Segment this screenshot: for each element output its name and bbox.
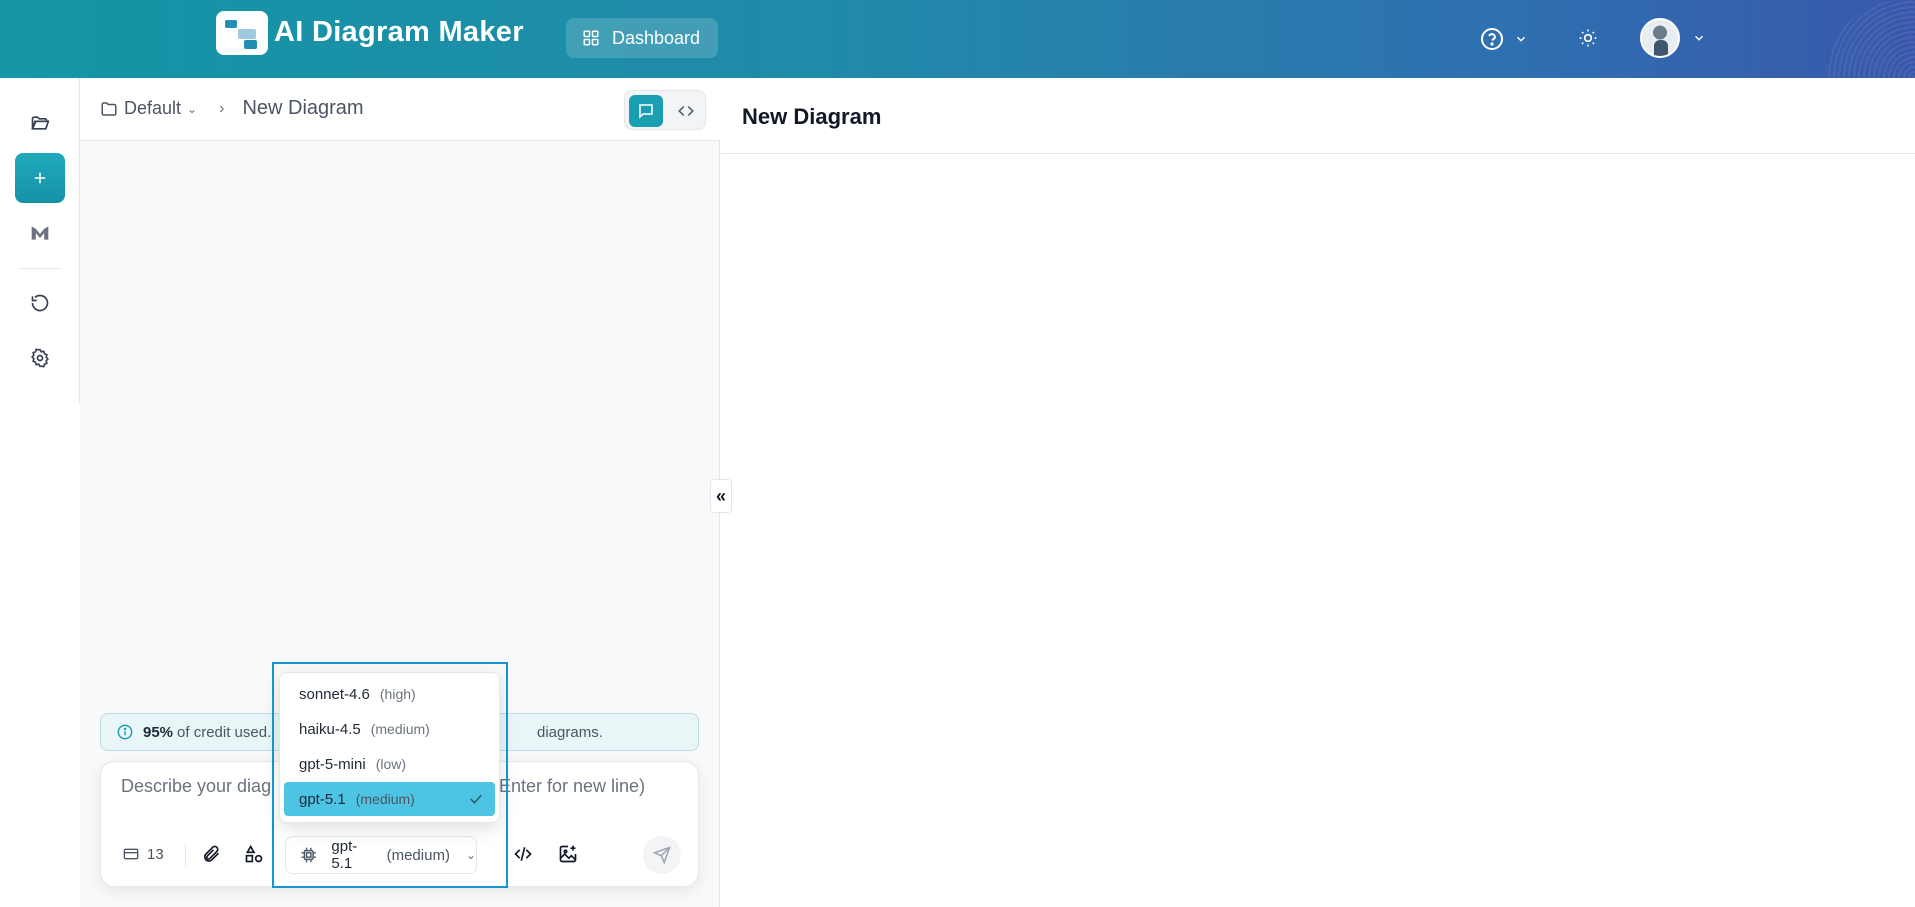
open-folder-button[interactable] xyxy=(15,98,65,148)
shapes-icon xyxy=(245,844,263,863)
chevron-down-icon xyxy=(1694,35,1704,41)
cpu-icon xyxy=(301,847,316,863)
option-effort: (low) xyxy=(375,756,407,772)
option-name: gpt-5.1 xyxy=(299,790,346,808)
sun-icon xyxy=(1579,29,1597,47)
breadcrumb: Default ⌄ › New Diagram xyxy=(100,97,364,120)
model-select-button[interactable]: gpt-5.1 (medium) ⌄ xyxy=(285,836,477,874)
plus-icon xyxy=(34,172,46,184)
model-dropdown: sonnet-4.6 (high) haiku-4.5 (medium) gpt… xyxy=(279,672,500,823)
model-name: gpt-5.1 xyxy=(331,838,358,872)
add-image-button[interactable] xyxy=(558,838,578,870)
option-effort: (high) xyxy=(379,686,416,702)
rail-divider xyxy=(20,268,60,269)
chevron-down-icon xyxy=(1516,36,1526,42)
breadcrumb-separator: › xyxy=(219,99,225,117)
credit-count-value: 13 xyxy=(147,845,164,863)
chevron-down-icon: ⌄ xyxy=(465,848,476,862)
option-name: haiku-4.5 xyxy=(299,720,361,738)
app-logo-icon[interactable] xyxy=(216,11,268,55)
gear-icon xyxy=(31,348,49,368)
code-insert-button[interactable] xyxy=(513,838,533,870)
option-name: sonnet-4.6 xyxy=(299,685,370,703)
code-tag-icon xyxy=(514,847,532,861)
option-effort: (medium) xyxy=(355,791,415,807)
toolbar-divider xyxy=(185,844,186,866)
chevron-down-icon[interactable]: ⌄ xyxy=(187,102,197,116)
model-option-haiku[interactable]: haiku-4.5 (medium) xyxy=(284,712,495,746)
folder-open-icon xyxy=(31,116,50,130)
theme-toggle-button[interactable] xyxy=(1578,28,1598,48)
chat-icon xyxy=(639,104,653,119)
settings-button[interactable] xyxy=(15,333,65,383)
paperclip-icon xyxy=(203,845,220,862)
history-icon xyxy=(31,294,49,312)
chat-view-button[interactable] xyxy=(629,95,663,127)
view-toggle xyxy=(624,90,706,130)
breadcrumb-folder[interactable]: Default xyxy=(124,98,181,119)
user-avatar[interactable] xyxy=(1640,18,1680,58)
send-button[interactable] xyxy=(643,836,681,874)
new-diagram-button[interactable] xyxy=(15,153,65,203)
history-button[interactable] xyxy=(15,278,65,328)
option-effort: (medium) xyxy=(370,721,430,737)
credit-count: 13 xyxy=(123,838,164,870)
chat-toolbar: Default ⌄ › New Diagram xyxy=(80,78,720,141)
app-title[interactable]: AI Diagram Maker xyxy=(274,16,524,49)
user-menu-chevron[interactable] xyxy=(1692,31,1706,45)
breadcrumb-diagram[interactable]: New Diagram xyxy=(242,97,363,120)
left-rail xyxy=(0,78,80,403)
model-option-gpt-5-1[interactable]: gpt-5.1 (medium) xyxy=(284,782,495,816)
help-icon xyxy=(1481,28,1503,50)
collapse-panel-button[interactable]: « xyxy=(710,479,732,513)
prompt-placeholder-end[interactable]: Enter for new line) xyxy=(499,776,645,797)
credit-percent: 95% xyxy=(143,723,174,741)
grid-icon xyxy=(583,30,599,46)
info-icon xyxy=(117,724,133,740)
shapes-button[interactable] xyxy=(244,838,264,870)
help-menu-button[interactable] xyxy=(1480,27,1528,51)
send-icon xyxy=(653,846,671,864)
credit-text: of credit used. xyxy=(177,723,272,741)
attach-button[interactable] xyxy=(201,838,221,870)
diagram-title: New Diagram xyxy=(742,104,882,129)
dashboard-button[interactable]: Dashboard xyxy=(566,18,718,58)
prompt-placeholder[interactable]: Describe your diag xyxy=(121,776,271,797)
model-option-sonnet[interactable]: sonnet-4.6 (high) xyxy=(284,677,495,711)
folder-icon xyxy=(101,101,117,116)
model-option-gpt-5-mini[interactable]: gpt-5-mini (low) xyxy=(284,747,495,781)
app-header: AI Diagram Maker Dashboard xyxy=(0,0,1915,78)
code-view-button[interactable] xyxy=(669,95,703,127)
check-icon xyxy=(470,794,482,804)
image-plus-icon xyxy=(559,845,577,863)
brand-m-icon xyxy=(31,226,49,240)
credit-tail: diagrams. xyxy=(537,724,603,741)
card-icon xyxy=(123,848,139,860)
brand-button[interactable] xyxy=(15,208,65,258)
code-icon xyxy=(678,105,694,117)
diagram-header: New Diagram xyxy=(721,78,1915,154)
option-name: gpt-5-mini xyxy=(299,755,366,773)
header-decoration xyxy=(1825,0,1915,78)
model-effort: (medium) xyxy=(386,846,450,864)
dashboard-label: Dashboard xyxy=(612,27,701,48)
